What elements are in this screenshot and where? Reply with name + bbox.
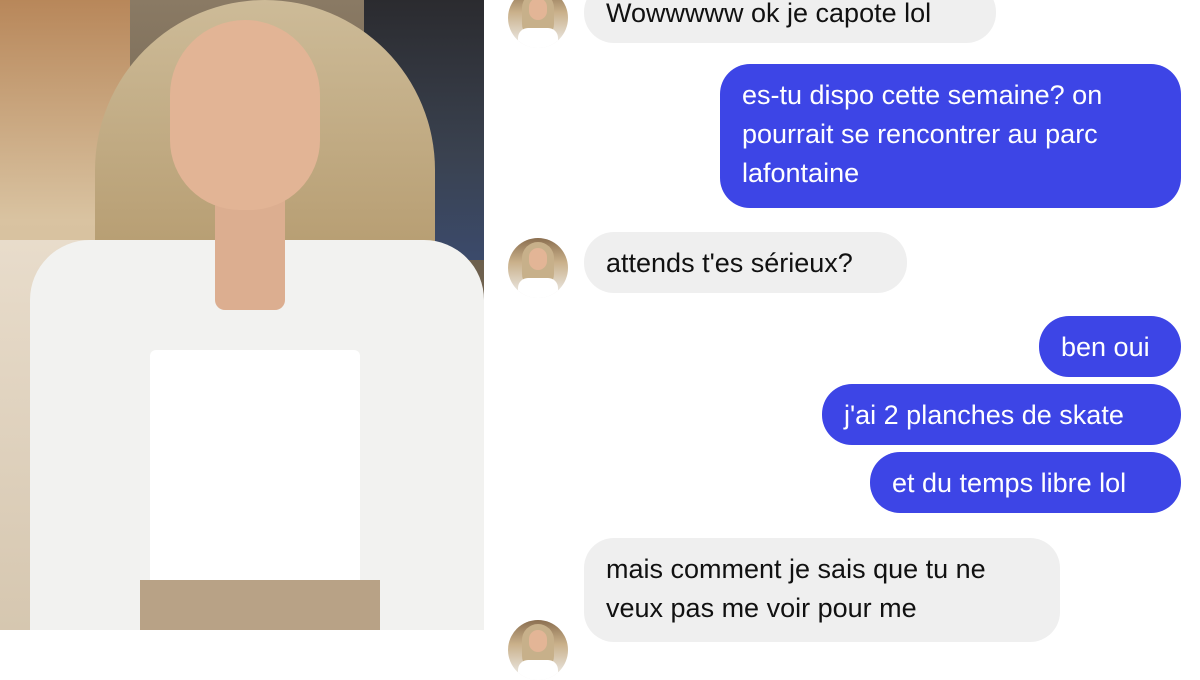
avatar-face — [529, 248, 547, 270]
message-incoming[interactable]: attends t'es sérieux? — [584, 232, 907, 293]
avatar-face — [529, 0, 547, 20]
message-outgoing[interactable]: et du temps libre lol — [870, 452, 1181, 513]
avatar-shirt — [518, 278, 558, 298]
avatar-shirt — [518, 28, 558, 48]
message-outgoing[interactable]: es-tu dispo cette semaine? on pourrait s… — [720, 64, 1181, 208]
photo-face — [170, 20, 320, 210]
message-incoming[interactable]: mais comment je sais que tu ne veux pas … — [584, 538, 1060, 642]
contact-avatar[interactable] — [508, 0, 568, 48]
contact-avatar[interactable] — [508, 620, 568, 680]
contact-avatar[interactable] — [508, 238, 568, 298]
message-outgoing[interactable]: j'ai 2 planches de skate — [822, 384, 1181, 445]
avatar-face — [529, 630, 547, 652]
message-outgoing[interactable]: ben oui — [1039, 316, 1181, 377]
avatar-shirt — [518, 660, 558, 680]
photo-top — [150, 350, 360, 590]
message-incoming[interactable]: Wowwwww ok je capote lol — [584, 0, 996, 43]
photo-skirt — [140, 580, 380, 630]
profile-photo — [0, 0, 484, 630]
chat-thread: Wowwwww ok je capote lol es-tu dispo cet… — [484, 0, 1200, 680]
